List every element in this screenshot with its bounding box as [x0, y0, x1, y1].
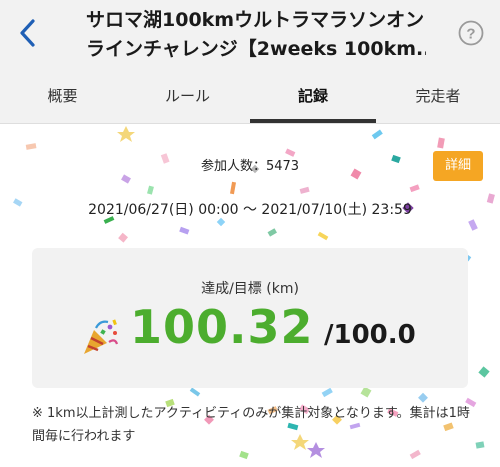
participants-value: 5473 — [265, 159, 300, 174]
header: サロマ湖100kmウルトラマラソンオン ラインチャレンジ【2weeks 100k… — [0, 0, 500, 68]
party-popper-icon — [84, 319, 119, 354]
tab-records[interactable]: 記録 — [250, 68, 376, 124]
achieved-distance: 100.32 — [130, 300, 314, 354]
tab-finishers[interactable]: 完走者 — [376, 68, 500, 124]
progress-label: 達成/目標 (km) — [201, 281, 299, 297]
active-tab-indicator — [250, 119, 376, 123]
participants-count: 参加人数：5473 — [0, 155, 500, 174]
goal-distance: /100.0 — [324, 320, 416, 350]
aggregation-note: ※ 1km以上計測したアクティビティのみが集計対象となります。集計は1時間毎に行… — [32, 406, 470, 444]
tab-bar: 概要 ルール 記録 完走者 — [0, 68, 500, 124]
help-icon[interactable]: ? — [458, 20, 484, 46]
back-chevron-icon[interactable] — [14, 16, 42, 50]
participants-label: 参加人数： — [200, 159, 266, 174]
detail-button[interactable]: 詳細 — [433, 151, 483, 181]
page-title: サロマ湖100kmウルトラマラソンオン ラインチャレンジ【2weeks 100k… — [86, 6, 426, 64]
progress-card: 達成/目標 (km) 100.32 /100.0 — [32, 248, 468, 388]
tab-rules[interactable]: ルール — [125, 68, 250, 124]
challenge-period: 2021/06/27(日) 00:00 〜 2021/07/10(土) 23:5… — [88, 202, 412, 218]
svg-text:?: ? — [466, 26, 475, 43]
page-title-line1: サロマ湖100kmウルトラマラソンオン — [86, 9, 425, 31]
page-title-line2: ラインチャレンジ【2weeks 100km... — [86, 38, 426, 60]
tab-overview[interactable]: 概要 — [0, 68, 125, 124]
